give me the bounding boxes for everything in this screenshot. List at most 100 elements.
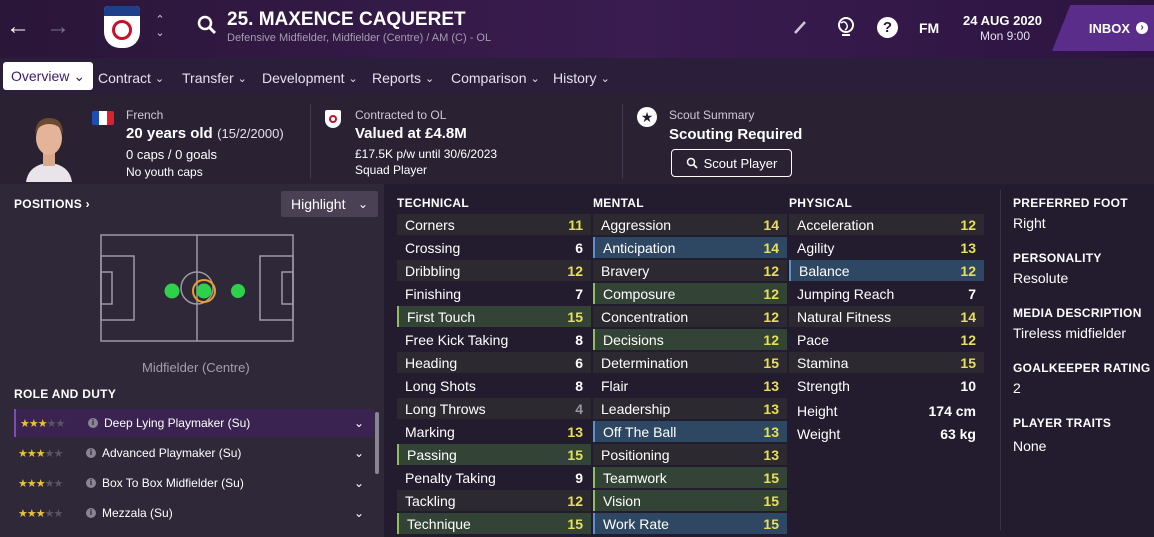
info-icon[interactable]: i (86, 448, 96, 458)
attribute-value: 8 (575, 331, 583, 348)
attribute-row-mental[interactable]: Work Rate 15 (593, 513, 787, 534)
attribute-name: First Touch (407, 308, 476, 325)
attribute-row-technical[interactable]: Dribbling 12 (397, 260, 591, 281)
attribute-row-mental[interactable]: Vision 15 (593, 490, 787, 511)
chevron-down-icon: ⌄ (357, 197, 368, 211)
attribute-row-mental[interactable]: Off The Ball 13 (593, 421, 787, 442)
scout-player-label: Scout Player (703, 155, 778, 171)
attribute-row-technical[interactable]: Heading 6 (397, 352, 591, 373)
chevron-down-icon[interactable]: ⌄ (354, 476, 374, 490)
height-row: Height 174 cm (789, 400, 984, 421)
role-row[interactable]: ★★★★★ i Box To Box Midfielder (Su) ⌄ (14, 469, 374, 497)
info-icon[interactable]: i (86, 508, 96, 518)
tab-comparison[interactable]: Comparison ⌄ (451, 67, 540, 89)
role-row[interactable]: ★★★★★ i Deep Lying Playmaker (Su) ⌄ (14, 409, 374, 437)
attribute-row-technical[interactable]: Corners 11 (397, 214, 591, 235)
attribute-row-physical[interactable]: Pace 12 (789, 329, 984, 350)
chevron-down-icon[interactable]: ⌄ (354, 446, 374, 460)
attribute-row-technical[interactable]: Long Shots 8 (397, 375, 591, 396)
attribute-value: 12 (763, 331, 779, 348)
attribute-row-mental[interactable]: Concentration 12 (593, 306, 787, 327)
contract-club[interactable]: Contracted to OL (355, 108, 446, 122)
attribute-name: Technique (407, 515, 471, 532)
attribute-name: Dribbling (405, 262, 461, 279)
divider (310, 104, 311, 178)
attribute-row-mental[interactable]: Flair 13 (593, 375, 787, 396)
weight-label: Weight (797, 425, 841, 442)
attribute-row-physical[interactable]: Agility 13 (789, 237, 984, 258)
chevron-down-icon[interactable]: ⌄ (354, 416, 374, 430)
attribute-row-technical[interactable]: Penalty Taking 9 (397, 467, 591, 488)
attribute-name: Leadership (601, 400, 671, 417)
attribute-row-mental[interactable]: Teamwork 15 (593, 467, 787, 488)
contract-wage: £17.5K p/w until 30/6/2023 (355, 147, 498, 161)
tab-contract[interactable]: Contract ⌄ (98, 67, 164, 89)
position-label: Midfielder (Centre) (142, 360, 250, 375)
scout-player-button[interactable]: Scout Player (671, 149, 792, 177)
attribute-row-technical[interactable]: Passing 15 (397, 444, 591, 465)
fm-menu-button[interactable]: FM (919, 20, 939, 36)
role-row[interactable]: ★★★★★ i Mezzala (Su) ⌄ (14, 499, 374, 527)
attribute-row-mental[interactable]: Aggression 14 (593, 214, 787, 235)
attribute-row-technical[interactable]: Crossing 6 (397, 237, 591, 258)
attribute-row-mental[interactable]: Bravery 12 (593, 260, 787, 281)
attribute-row-physical[interactable]: Balance 12 (789, 260, 984, 281)
attribute-row-technical[interactable]: Tackling 12 (397, 490, 591, 511)
media-description-value[interactable]: Tireless midfielder (1013, 325, 1126, 341)
attribute-row-technical[interactable]: Long Throws 4 (397, 398, 591, 419)
roles-scrollbar[interactable] (375, 412, 379, 474)
highlight-dropdown[interactable]: Highlight ⌄ (281, 191, 378, 217)
attribute-name: Jumping Reach (797, 285, 895, 302)
info-icon[interactable]: i (88, 418, 98, 428)
search-icon[interactable] (196, 14, 218, 36)
attribute-value: 15 (567, 308, 583, 325)
attribute-row-physical[interactable]: Natural Fitness 14 (789, 306, 984, 327)
club-badge[interactable] (104, 6, 140, 48)
attribute-row-technical[interactable]: First Touch 15 (397, 306, 591, 327)
forward-arrow-icon[interactable]: → (46, 14, 70, 40)
attribute-row-technical[interactable]: Marking 13 (397, 421, 591, 442)
tab-overview[interactable]: Overview ⌄ (3, 62, 94, 90)
attribute-row-physical[interactable]: Acceleration 12 (789, 214, 984, 235)
chevron-down-icon: ⌄ (348, 72, 358, 85)
attribute-row-physical[interactable]: Stamina 15 (789, 352, 984, 373)
player-avatar[interactable] (24, 108, 74, 182)
player-age: 20 years old (15/2/2000) (126, 125, 284, 142)
goalkeeper-rating-title: GOALKEEPER RATING (1013, 361, 1151, 375)
attribute-row-mental[interactable]: Determination 15 (593, 352, 787, 373)
chevron-down-icon[interactable]: ⌄ (354, 506, 374, 520)
role-row[interactable]: ★★★★★ i Advanced Playmaker (Su) ⌄ (14, 439, 374, 467)
personality-value[interactable]: Resolute (1013, 270, 1068, 286)
attribute-row-mental[interactable]: Composure 12 (593, 283, 787, 304)
attribute-row-mental[interactable]: Anticipation 14 (593, 237, 787, 258)
pencil-icon[interactable] (792, 18, 808, 36)
attribute-row-mental[interactable]: Leadership 13 (593, 398, 787, 419)
info-icon[interactable]: i (86, 478, 96, 488)
tab-history[interactable]: History ⌄ (553, 67, 610, 89)
chevron-down-icon: ⌄ (237, 72, 247, 85)
tab-development[interactable]: Development ⌄ (262, 67, 358, 89)
height-label: Height (797, 402, 838, 419)
attribute-name: Balance (799, 262, 850, 279)
tab-transfer[interactable]: Transfer ⌄ (182, 67, 247, 89)
attribute-row-mental[interactable]: Decisions 12 (593, 329, 787, 350)
attribute-row-technical[interactable]: Technique 15 (397, 513, 591, 534)
back-arrow-icon[interactable]: ← (6, 14, 30, 40)
player-switch-arrows-icon[interactable]: ⌃ ⌄ (154, 14, 166, 44)
attribute-name: Concentration (601, 308, 689, 325)
nationality[interactable]: French (126, 108, 163, 122)
help-icon[interactable]: ? (877, 17, 898, 38)
attribute-row-physical[interactable]: Jumping Reach 7 (789, 283, 984, 304)
positions-title[interactable]: POSITIONS › (14, 197, 90, 211)
attribute-row-technical[interactable]: Finishing 7 (397, 283, 591, 304)
player-positions-subtitle: Defensive Midfielder, Midfielder (Centre… (227, 32, 492, 44)
attribute-row-technical[interactable]: Free Kick Taking 8 (397, 329, 591, 350)
chevron-down-icon: ⌄ (154, 72, 165, 85)
attribute-row-physical[interactable]: Strength 10 (789, 375, 984, 396)
world-icon[interactable] (836, 16, 856, 38)
attribute-name: Natural Fitness (797, 308, 892, 325)
attribute-row-mental[interactable]: Positioning 13 (593, 444, 787, 465)
role-stars-icon: ★★★★★ (20, 418, 65, 430)
side-panel-divider (1000, 190, 1001, 530)
tab-reports[interactable]: Reports ⌄ (372, 67, 434, 89)
